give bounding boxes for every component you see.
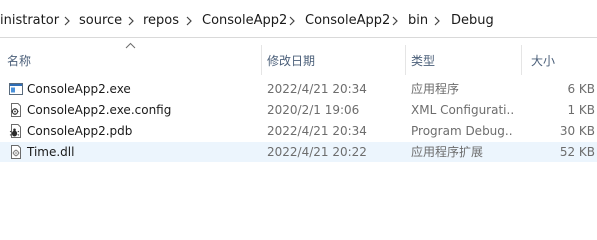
breadcrumb-segment-consoleapp2[interactable]: ConsoleApp2	[202, 13, 287, 29]
address-bar[interactable]: inistrator source repos ConsoleApp2 Cons…	[0, 0, 597, 38]
file-row-selected[interactable]: Time.dll 2022/4/21 20:22 应用程序扩展 52 KB	[0, 142, 597, 162]
file-row[interactable]: ConsoleApp2.exe 2022/4/21 20:34 应用程序 6 K…	[0, 79, 597, 99]
exe-icon	[8, 81, 24, 97]
file-name[interactable]: ConsoleApp2.exe.config	[27, 102, 171, 118]
breadcrumb-segment-debug[interactable]: Debug	[451, 13, 494, 29]
chevron-right-icon[interactable]	[389, 14, 401, 28]
file-name[interactable]: ConsoleApp2.exe	[27, 81, 131, 97]
column-header-date[interactable]: 修改日期	[267, 53, 315, 69]
dll-file-icon	[8, 144, 24, 160]
chevron-right-icon[interactable]	[286, 14, 298, 28]
column-divider[interactable]	[261, 45, 262, 75]
column-header-name[interactable]: 名称	[7, 53, 31, 69]
chevron-right-icon[interactable]	[61, 14, 73, 28]
file-type: XML Configurati...	[411, 103, 513, 117]
chevron-right-icon[interactable]	[431, 14, 443, 28]
breadcrumb-segment-bin[interactable]: bin	[408, 13, 428, 29]
file-name[interactable]: ConsoleApp2.pdb	[27, 123, 132, 139]
file-type: Program Debug...	[411, 124, 513, 138]
file-row[interactable]: ConsoleApp2.pdb 2022/4/21 20:34 Program …	[0, 121, 597, 141]
config-file-icon	[8, 102, 24, 118]
chevron-right-icon[interactable]	[125, 14, 137, 28]
breadcrumb-segment-repos[interactable]: repos	[143, 13, 179, 29]
file-date: 2022/4/21 20:34	[267, 124, 367, 138]
file-type: 应用程序	[411, 82, 460, 96]
file-name[interactable]: Time.dll	[27, 144, 74, 160]
file-type: 应用程序扩展	[411, 145, 484, 159]
file-size: 1 KB	[567, 103, 595, 117]
column-header-type[interactable]: 类型	[411, 53, 435, 69]
file-size: 30 KB	[559, 124, 595, 138]
pdb-file-icon	[8, 123, 24, 139]
file-date: 2020/2/1 19:06	[267, 103, 360, 117]
file-date: 2022/4/21 20:34	[267, 82, 367, 96]
file-row[interactable]: ConsoleApp2.exe.config 2020/2/1 19:06 XM…	[0, 100, 597, 120]
sort-ascending-icon	[125, 42, 136, 49]
breadcrumb-segment-source[interactable]: source	[79, 13, 122, 29]
chevron-right-icon[interactable]	[183, 14, 195, 28]
column-divider[interactable]	[521, 45, 522, 75]
file-date: 2022/4/21 20:22	[267, 145, 367, 159]
column-divider[interactable]	[405, 45, 406, 75]
breadcrumb-segment-consoleapp2-inner[interactable]: ConsoleApp2	[305, 13, 390, 29]
file-size: 52 KB	[559, 145, 595, 159]
file-size: 6 KB	[567, 82, 595, 96]
column-header-size[interactable]: 大小	[531, 53, 555, 69]
breadcrumb-segment-administrator[interactable]: inistrator	[0, 13, 59, 29]
